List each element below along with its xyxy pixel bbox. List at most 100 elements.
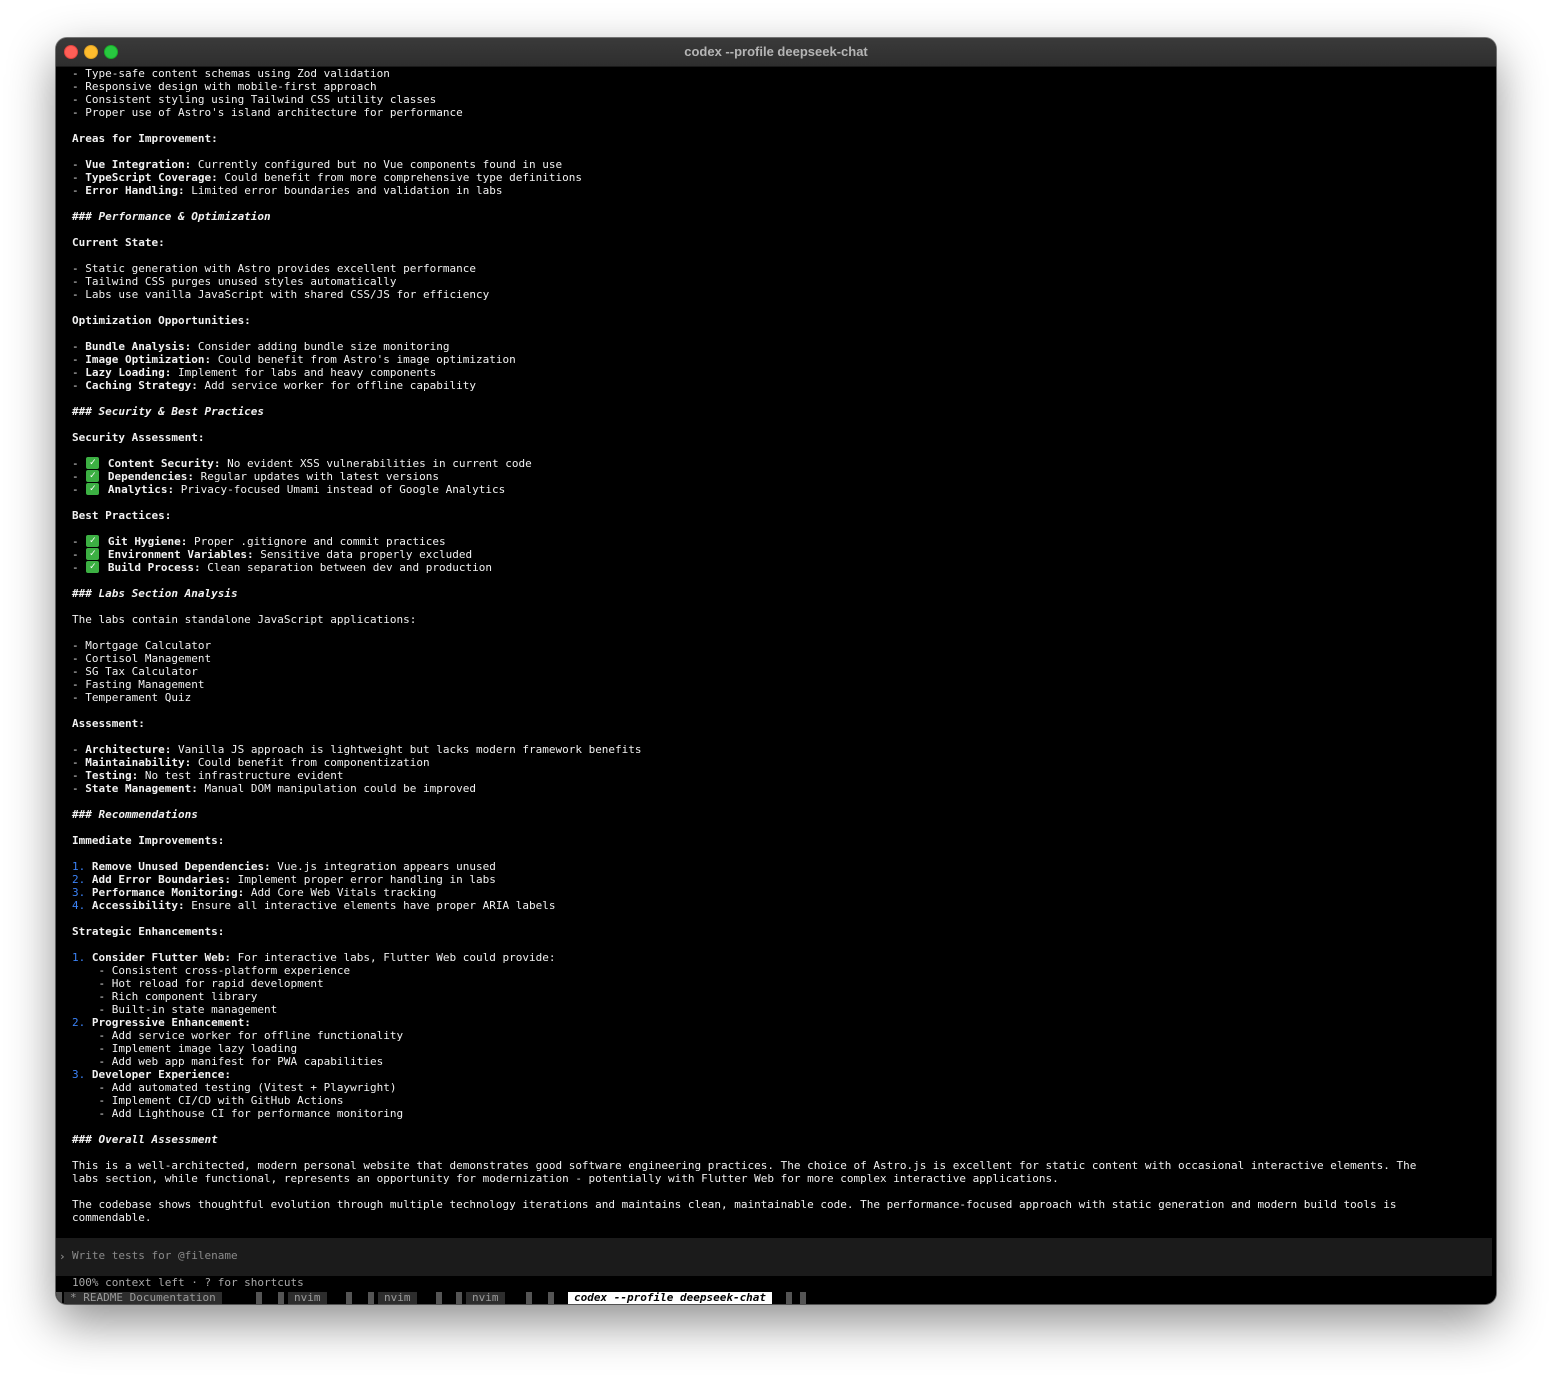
bold-text: Accessibility: — [91, 899, 185, 912]
tmux-tab[interactable]: codex --profile deepseek-chat — [568, 1292, 773, 1304]
line-text: - Fasting Management — [72, 678, 205, 691]
bold-text: TypeScript Coverage: — [85, 171, 218, 184]
terminal-line: commendable. — [72, 1211, 1496, 1224]
line-text: - — [72, 366, 86, 379]
bold-text: Maintainability: — [85, 756, 192, 769]
line-text: Privacy-focused Umami instead of Google … — [174, 483, 506, 496]
line-text: - Proper use of Astro's island architect… — [72, 106, 463, 119]
prompt-composer[interactable]: › Write tests for @filename — [56, 1238, 1492, 1276]
terminal-line: Current State: — [72, 236, 1496, 249]
line-text: - — [72, 782, 86, 795]
terminal-line: - Labs use vanilla JavaScript with share… — [72, 288, 1496, 301]
line-text: - — [72, 756, 86, 769]
line-text: - Implement CI/CD with GitHub Actions — [72, 1094, 344, 1107]
line-text: Could benefit from componentization — [191, 756, 430, 769]
terminal-line: - Fasting Management — [72, 678, 1496, 691]
line-text: - Built-in state management — [72, 1003, 278, 1016]
line-text — [85, 860, 92, 873]
line-text: - — [72, 353, 86, 366]
terminal-line: - Add service worker for offline functio… — [72, 1029, 1496, 1042]
line-text: - — [72, 561, 86, 574]
tab-separator — [548, 1292, 554, 1304]
terminal-line: - Maintainability: Could benefit from co… — [72, 756, 1496, 769]
line-text: - Implement image lazy loading — [72, 1042, 298, 1055]
line-text — [101, 535, 108, 548]
tmux-tab[interactable]: nvim — [466, 1292, 505, 1304]
bold-text: Content Security: — [107, 457, 221, 470]
section-heading: ### Security & Best Practices — [72, 405, 265, 418]
terminal-line: - Built-in state management — [72, 1003, 1496, 1016]
line-text: - — [72, 483, 86, 496]
line-text: - Type-safe content schemas using Zod va… — [72, 67, 390, 80]
terminal-line: Assessment: — [72, 717, 1496, 730]
terminal-line: - Responsive design with mobile-first ap… — [72, 80, 1496, 93]
line-text — [101, 561, 108, 574]
line-text: The labs contain standalone JavaScript a… — [72, 613, 417, 626]
tmux-tab[interactable]: nvim — [288, 1292, 327, 1304]
bold-text: Build Process: — [107, 561, 201, 574]
tab-separator — [456, 1292, 462, 1304]
bold-text: Bundle Analysis: — [85, 340, 192, 353]
terminal-line: - Add web app manifest for PWA capabilit… — [72, 1055, 1496, 1068]
list-number: 1. — [72, 860, 86, 873]
terminal-line: - TypeScript Coverage: Could benefit fro… — [72, 171, 1496, 184]
section-heading: ### Performance & Optimization — [72, 210, 271, 223]
terminal-line: - ✓ Environment Variables: Sensitive dat… — [72, 548, 1496, 561]
terminal-line: ### Labs Section Analysis — [72, 587, 1496, 600]
line-text: - — [72, 743, 86, 756]
line-text: - Labs use vanilla JavaScript with share… — [72, 288, 490, 301]
line-text: - — [72, 548, 86, 561]
line-text — [101, 483, 108, 496]
terminal-line: - Add automated testing (Vitest + Playwr… — [72, 1081, 1496, 1094]
line-text: Currently configured but no Vue componen… — [191, 158, 563, 171]
terminal-line: - SG Tax Calculator — [72, 665, 1496, 678]
line-text: Could benefit from more comprehensive ty… — [217, 171, 582, 184]
line-text: Add service worker for offline capabilit… — [197, 379, 476, 392]
line-text: - Hot reload for rapid development — [72, 977, 324, 990]
status-line: 100% context left · ? for shortcuts — [72, 1276, 304, 1289]
terminal-line: ### Recommendations — [72, 808, 1496, 821]
terminal-line: Security Assessment: — [72, 431, 1496, 444]
terminal-line: Areas for Improvement: — [72, 132, 1496, 145]
tmux-tab[interactable]: nvim — [378, 1292, 417, 1304]
line-text — [85, 886, 92, 899]
terminal-line: labs section, while functional, represen… — [72, 1172, 1496, 1185]
line-text: Implement proper error handling in labs — [230, 873, 496, 886]
line-text: - — [72, 535, 86, 548]
line-text: No evident XSS vulnerabilities in curren… — [220, 457, 532, 470]
bold-text: Consider Flutter Web: — [91, 951, 231, 964]
terminal-line: 3. Developer Experience: — [72, 1068, 1496, 1081]
terminal-line: - Proper use of Astro's island architect… — [72, 106, 1496, 119]
line-text — [85, 1068, 92, 1081]
terminal-line: - Vue Integration: Currently configured … — [72, 158, 1496, 171]
terminal-line: - Hot reload for rapid development — [72, 977, 1496, 990]
line-text: Ensure all interactive elements have pro… — [184, 899, 556, 912]
bold-text: Developer Experience: — [91, 1068, 231, 1081]
line-text: - Add web app manifest for PWA capabilit… — [72, 1055, 384, 1068]
terminal-line: - Consistent cross-platform experience — [72, 964, 1496, 977]
line-text: For interactive labs, Flutter Web could … — [230, 951, 556, 964]
tmux-tab[interactable]: * README Documentation — [64, 1292, 222, 1304]
terminal-line: - ✓ Git Hygiene: Proper .gitignore and c… — [72, 535, 1496, 548]
line-text: Consider adding bundle size monitoring — [191, 340, 450, 353]
bold-text: Lazy Loading: — [85, 366, 172, 379]
line-text — [101, 548, 108, 561]
check-mark-icon: ✓ — [86, 470, 100, 482]
terminal-line: - Lazy Loading: Implement for labs and h… — [72, 366, 1496, 379]
line-text: - SG Tax Calculator — [72, 665, 198, 678]
check-mark-icon: ✓ — [86, 535, 100, 547]
bold-text: Architecture: — [85, 743, 172, 756]
prompt-input[interactable]: Write tests for @filename — [72, 1249, 238, 1262]
tab-separator — [368, 1292, 374, 1304]
list-number: 3. — [72, 1068, 86, 1081]
line-text — [101, 470, 108, 483]
